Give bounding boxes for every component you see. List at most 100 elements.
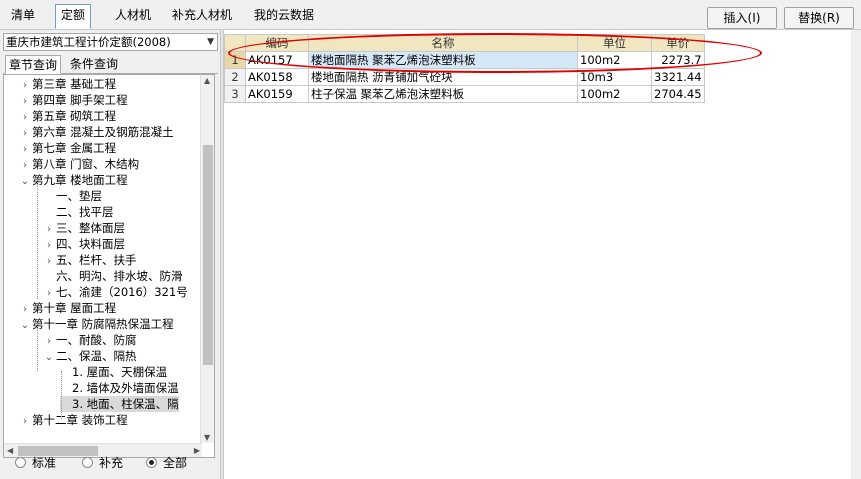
tree-node-label: 第九章 楼地面工程 — [32, 173, 128, 187]
tree-node-label: 二、找平层 — [56, 205, 114, 219]
tree-node-label: 三、整体面层 — [56, 221, 125, 235]
tree-node-label: 四、块料面层 — [56, 237, 125, 251]
quota-price: 2704.45 — [651, 85, 705, 103]
quota-library-value: 重庆市建筑工程计价定额(2008) — [6, 35, 171, 49]
row-index: 2 — [224, 68, 246, 86]
tab-labor-material-machine[interactable]: 人材机 — [110, 5, 156, 27]
tree-node-label: 第八章 门窗、木结构 — [32, 157, 140, 171]
scroll-up-icon[interactable]: ▲ — [204, 76, 210, 85]
tree-node[interactable]: 1. 屋面、天棚保温 — [60, 364, 167, 380]
tree-node[interactable]: › 第七章 金属工程 — [20, 140, 116, 156]
column-header-code[interactable]: 编码 — [245, 34, 309, 52]
chevron-down-icon[interactable]: ▼ — [207, 34, 214, 50]
tab-quota[interactable]: 定额 — [55, 4, 92, 29]
tree-node-label: 第三章 基础工程 — [32, 77, 117, 91]
tree-node[interactable]: › 四、块料面层 — [44, 236, 125, 252]
tree-node[interactable]: 六、明沟、排水坡、防滑 — [44, 268, 183, 284]
quota-name: 楼地面隔热 聚苯乙烯泡沫塑料板 — [308, 51, 578, 69]
tree-node[interactable]: › 第八章 门窗、木结构 — [20, 156, 139, 172]
filter-supplement-label: 补充 — [99, 456, 124, 470]
table-row[interactable]: 1 AK0157 楼地面隔热 聚苯乙烯泡沫塑料板 100m2 2273.7 — [224, 51, 705, 69]
filter-supplement-radio[interactable]: 补充 — [82, 454, 123, 472]
tree-node[interactable]: › 一、耐酸、防腐 — [44, 332, 137, 348]
column-header-name[interactable]: 名称 — [308, 34, 578, 52]
tree-node[interactable]: › 五、栏杆、扶手 — [44, 252, 137, 268]
column-header-price[interactable]: 单价 — [651, 34, 705, 52]
tree-node-label: 六、明沟、排水坡、防滑 — [56, 269, 183, 283]
tab-chapter-query[interactable]: 章节查询 — [5, 55, 62, 74]
tree-node-label: 第七章 金属工程 — [32, 141, 117, 155]
filter-all-radio[interactable]: 全部 — [146, 454, 187, 472]
chevron-down-icon[interactable]: ⌄ — [20, 174, 30, 190]
replace-button[interactable]: 替换(R) — [784, 7, 854, 29]
table-header-row: 编码 名称 单位 单价 — [224, 34, 705, 52]
table-row[interactable]: 2 AK0158 楼地面隔热 沥青铺加气砼块 10m3 3321.44 — [224, 68, 705, 86]
tree-node-label: 3. 地面、柱保温、隔 — [72, 397, 179, 411]
tree-node-label: 第十章 屋面工程 — [32, 301, 117, 315]
quota-code: AK0159 — [245, 85, 309, 103]
tree-node[interactable]: › 第四章 脚手架工程 — [20, 92, 128, 108]
tree-connector-line — [37, 179, 38, 299]
tree-node-label: 二、保温、隔热 — [56, 349, 137, 363]
tree-node-label: 1. 屋面、天棚保温 — [72, 365, 168, 379]
quota-price: 2273.7 — [651, 51, 705, 69]
chapter-tree: › 第三章 基础工程 › 第四章 脚手架工程 › 第五章 砌筑工程 › 第六章 混凝土及钢筋混… — [3, 74, 215, 458]
quota-table: 编码 名称 单位 单价 1 AK0157 楼地面隔热 聚苯乙烯泡沫塑料板 100… — [224, 34, 705, 103]
row-index: 3 — [224, 85, 246, 103]
quota-unit: 100m2 — [577, 51, 652, 69]
radio-icon — [15, 457, 26, 468]
scroll-left-icon[interactable]: ◀ — [7, 446, 13, 455]
tree-node-label: 第四章 脚手架工程 — [32, 93, 128, 107]
chevron-right-icon[interactable]: › — [20, 414, 30, 430]
scroll-right-icon[interactable]: ▶ — [194, 446, 200, 455]
grid-vertical-scrollbar[interactable] — [851, 30, 861, 479]
tree-node-label: 第十二章 装饰工程 — [32, 413, 128, 427]
column-header-unit[interactable]: 单位 — [577, 34, 652, 52]
tree-node-label: 五、栏杆、扶手 — [56, 253, 137, 267]
quota-library-select[interactable]: 重庆市建筑工程计价定额(2008) ▼ — [3, 33, 218, 51]
tree-node-label: 第十一章 防腐隔热保温工程 — [32, 317, 174, 331]
tab-supplement-lmm[interactable]: 补充人材机 — [167, 5, 237, 27]
scroll-down-icon[interactable]: ▼ — [204, 433, 210, 442]
tree-node[interactable]: › 三、整体面层 — [44, 220, 125, 236]
tree-node[interactable]: › 第十章 屋面工程 — [20, 300, 116, 316]
tree-node-label: 2. 墙体及外墙面保温 — [72, 381, 179, 395]
quota-name: 柱子保温 聚苯乙烯泡沫塑料板 — [308, 85, 578, 103]
tree-vertical-scrollbar[interactable]: ▲ ▼ — [200, 75, 214, 443]
quota-unit: 10m3 — [577, 68, 652, 86]
tab-condition-query[interactable]: 条件查询 — [67, 55, 121, 74]
tab-my-cloud-data[interactable]: 我的云数据 — [249, 5, 319, 27]
top-toolbar: 清单 定额 人材机 补充人材机 我的云数据 插入(I) 替换(R) — [0, 0, 861, 30]
tree-node[interactable]: › 第六章 混凝土及钢筋混凝土 — [20, 124, 174, 140]
quota-code: AK0158 — [245, 68, 309, 86]
tree-node[interactable]: ⌄ 二、保温、隔热 — [44, 348, 137, 364]
column-header-index — [224, 34, 246, 52]
filter-all-label: 全部 — [163, 456, 188, 470]
tree-node[interactable]: ⌄ 第十一章 防腐隔热保温工程 — [20, 316, 174, 332]
tree-node-label: 一、耐酸、防腐 — [56, 333, 137, 347]
filter-standard-label: 标准 — [32, 456, 57, 470]
tree-node[interactable]: 2. 墙体及外墙面保温 — [60, 380, 179, 396]
tree-node[interactable]: 3. 地面、柱保温、隔 — [60, 396, 179, 412]
quota-grid-panel: 编码 名称 单位 单价 1 AK0157 楼地面隔热 聚苯乙烯泡沫塑料板 100… — [223, 30, 851, 479]
filter-standard-radio[interactable]: 标准 — [15, 454, 56, 472]
tree-node-label: 第五章 砌筑工程 — [32, 109, 117, 123]
tree-node-label: 第六章 混凝土及钢筋混凝土 — [32, 125, 174, 139]
tree-node[interactable]: › 七、渝建（2016）321号 — [44, 284, 188, 300]
insert-button[interactable]: 插入(I) — [707, 7, 777, 29]
left-panel: 重庆市建筑工程计价定额(2008) ▼ 章节查询 条件查询 › 第三章 基础工程 ›… — [0, 30, 220, 479]
tree-node[interactable]: › 第十二章 装饰工程 — [20, 412, 128, 428]
tree-node[interactable]: 一、垫层 — [44, 188, 102, 204]
chevron-down-icon[interactable]: ⌄ — [44, 350, 54, 366]
tree-node[interactable]: 二、找平层 — [44, 204, 114, 220]
vertical-scroll-thumb[interactable] — [203, 145, 213, 365]
table-row[interactable]: 3 AK0159 柱子保温 聚苯乙烯泡沫塑料板 100m2 2704.45 — [224, 85, 705, 103]
tree-node[interactable]: › 第五章 砌筑工程 — [20, 108, 116, 124]
tab-bill[interactable]: 清单 — [6, 5, 40, 27]
chevron-down-icon[interactable]: ⌄ — [20, 318, 30, 334]
quota-price: 3321.44 — [651, 68, 705, 86]
tree-connector-line — [61, 371, 62, 419]
quota-code: AK0157 — [245, 51, 309, 69]
quota-name: 楼地面隔热 沥青铺加气砼块 — [308, 68, 578, 86]
tree-node[interactable]: › 第三章 基础工程 — [20, 76, 116, 92]
